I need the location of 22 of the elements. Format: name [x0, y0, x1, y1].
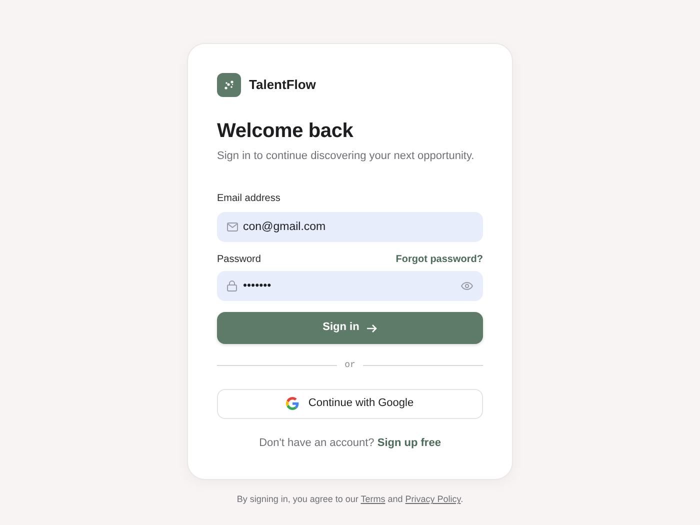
password-field[interactable]: ••••••• [217, 271, 483, 302]
google-icon [286, 397, 300, 410]
sign-up-link[interactable]: Sign up free [377, 436, 441, 448]
divider-label: or [344, 360, 356, 372]
page-heading: Welcome back [217, 119, 354, 143]
logo-icon [217, 73, 241, 97]
terms-notice: By signing in, you agree to our Terms and Privacy Policy. [236, 494, 464, 506]
terms-link[interactable]: Terms [360, 494, 386, 504]
field-label: Password [217, 254, 261, 266]
sign-in-button[interactable]: Sign in [217, 312, 483, 344]
arrow-icon [367, 324, 378, 333]
mail-icon [227, 222, 238, 232]
field-label: Email address [217, 192, 280, 204]
eye-icon[interactable] [461, 282, 473, 290]
signup-prompt: Don't have an account? [259, 436, 374, 448]
google-button[interactable]: Continue with Google [217, 388, 483, 418]
email-field[interactable]: con@gmail.com [217, 212, 483, 242]
brand-name: TalentFlow [249, 76, 316, 94]
forgot-password-link[interactable]: Forgot password? [396, 254, 483, 266]
lock-icon [227, 280, 237, 292]
subtitle: Sign in to continue discovering your next opportunity. [217, 150, 476, 164]
privacy-policy-link[interactable]: Privacy Policy [405, 494, 461, 504]
